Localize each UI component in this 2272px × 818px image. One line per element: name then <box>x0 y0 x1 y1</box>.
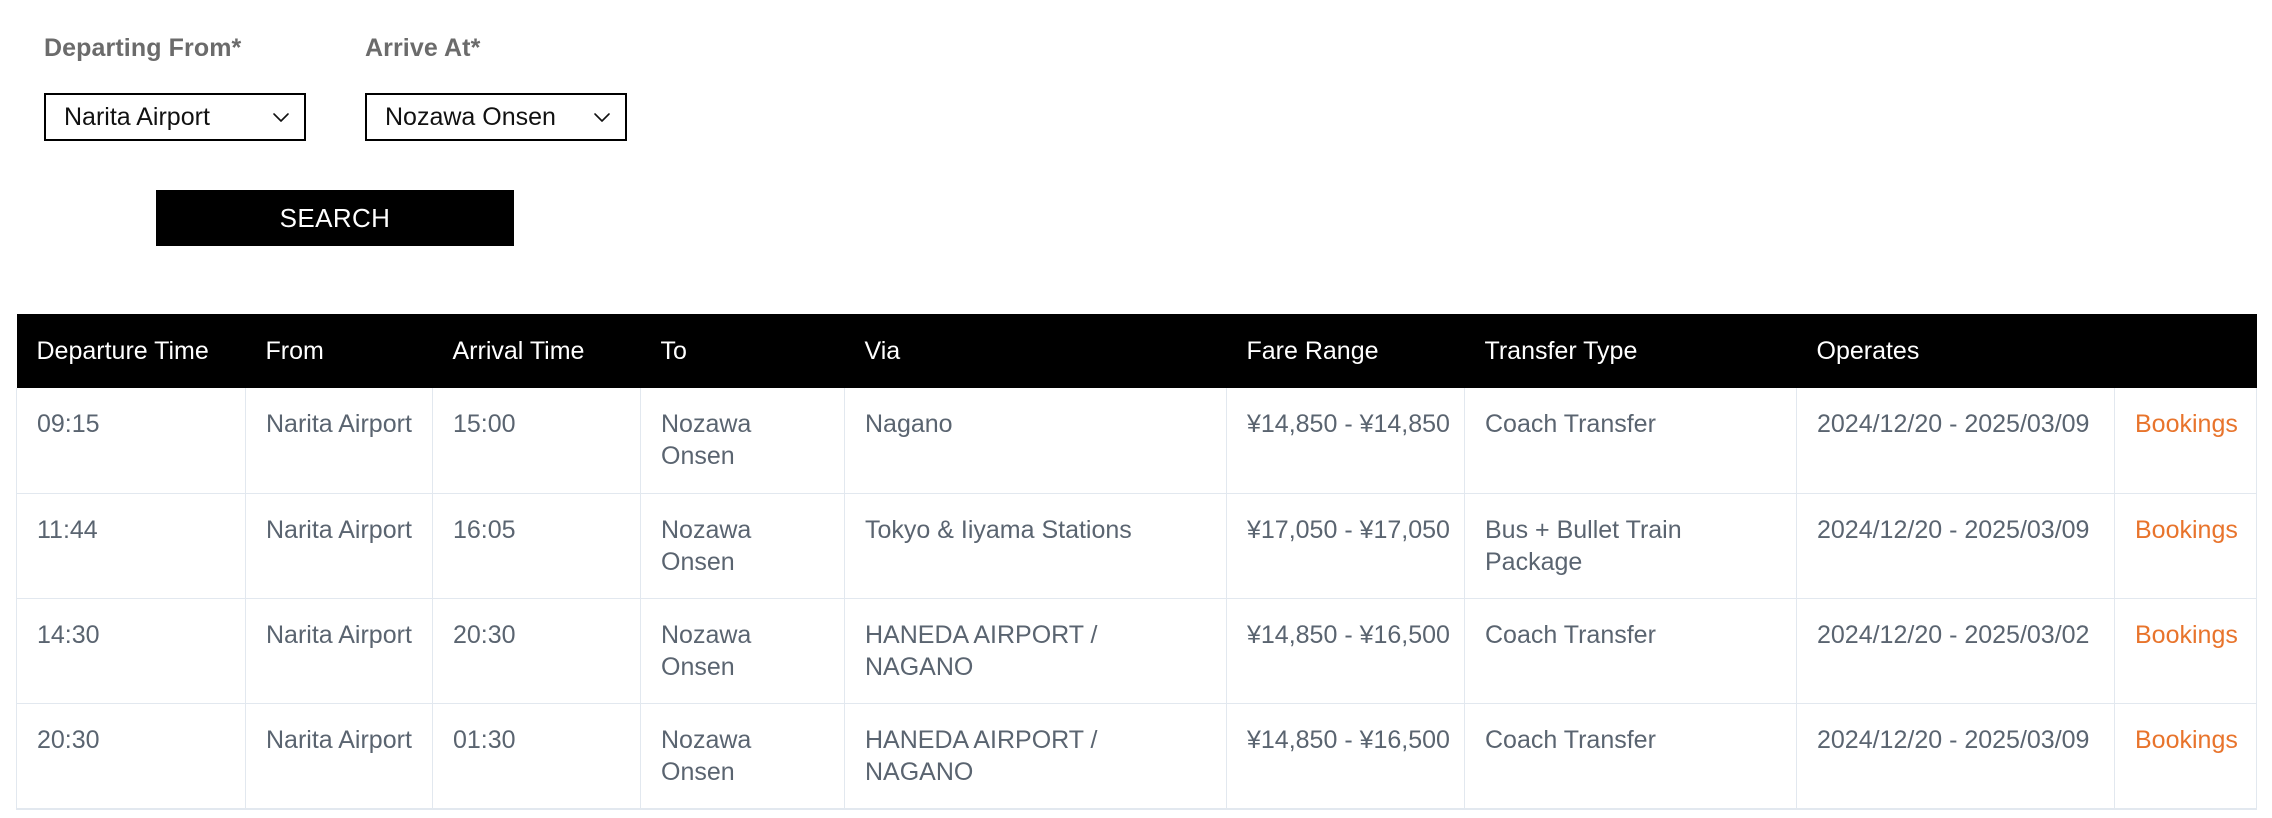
cell-departure-time: 14:30 <box>16 598 246 704</box>
results-table-container: Departure Time From Arrival Time To Via … <box>16 314 2257 810</box>
departing-from-select-value: Narita Airport <box>64 102 210 131</box>
table-row: 20:30 Narita Airport 01:30 Nozawa Onsen … <box>16 703 2257 810</box>
cell-arrival-time: 15:00 <box>432 388 641 494</box>
bookings-link[interactable]: Bookings <box>2135 726 2238 754</box>
transfer-search-page: Departing From* Arrive At* Narita Airpor… <box>0 0 2272 818</box>
col-header-departure-time: Departure Time <box>16 314 246 388</box>
cell-transfer-type: Bus + Bullet Train Package <box>1464 493 1797 599</box>
cell-arrival-time: 01:30 <box>432 703 641 810</box>
cell-fare-range: ¥14,850 - ¥16,500 <box>1226 598 1465 704</box>
chevron-down-icon <box>591 106 613 128</box>
table-row: 09:15 Narita Airport 15:00 Nozawa Onsen … <box>16 388 2257 494</box>
cell-to: Nozawa Onsen <box>640 703 845 810</box>
col-header-bookings <box>2114 314 2257 388</box>
cell-from: Narita Airport <box>245 703 433 810</box>
cell-via: Nagano <box>844 388 1227 494</box>
cell-arrival-time: 16:05 <box>432 493 641 599</box>
cell-via: Tokyo & Iiyama Stations <box>844 493 1227 599</box>
departing-from-select[interactable]: Narita Airport <box>44 93 306 141</box>
cell-to: Nozawa Onsen <box>640 598 845 704</box>
cell-bookings: Bookings <box>2114 388 2257 494</box>
cell-operates: 2024/12/20 - 2025/03/09 <box>1796 703 2115 810</box>
search-button-label: SEARCH <box>279 202 391 233</box>
col-header-from: From <box>245 314 433 388</box>
arrive-at-label: Arrive At* <box>365 34 480 63</box>
cell-via: HANEDA AIRPORT / NAGANO <box>844 598 1227 704</box>
col-header-operates: Operates <box>1796 314 2115 388</box>
cell-transfer-type: Coach Transfer <box>1464 388 1797 494</box>
arrive-at-required-mark: * <box>470 34 481 62</box>
cell-operates: 2024/12/20 - 2025/03/02 <box>1796 598 2115 704</box>
table-row: 11:44 Narita Airport 16:05 Nozawa Onsen … <box>16 493 2257 599</box>
cell-to: Nozawa Onsen <box>640 493 845 599</box>
cell-bookings: Bookings <box>2114 703 2257 810</box>
arrive-at-label-text: Arrive At <box>365 34 471 62</box>
departing-from-required-mark: * <box>231 34 242 62</box>
departing-from-label: Departing From* <box>44 34 241 63</box>
cell-operates: 2024/12/20 - 2025/03/09 <box>1796 388 2115 494</box>
results-table: Departure Time From Arrival Time To Via … <box>16 314 2257 810</box>
cell-from: Narita Airport <box>245 388 433 494</box>
col-header-arrival-time: Arrival Time <box>432 314 641 388</box>
cell-from: Narita Airport <box>245 493 433 599</box>
cell-bookings: Bookings <box>2114 493 2257 599</box>
cell-transfer-type: Coach Transfer <box>1464 703 1797 810</box>
arrive-at-select[interactable]: Nozawa Onsen <box>365 93 627 141</box>
bookings-link[interactable]: Bookings <box>2135 516 2238 544</box>
cell-departure-time: 09:15 <box>16 388 246 494</box>
cell-via: HANEDA AIRPORT / NAGANO <box>844 703 1227 810</box>
col-header-to: To <box>640 314 845 388</box>
cell-fare-range: ¥14,850 - ¥16,500 <box>1226 703 1465 810</box>
cell-bookings: Bookings <box>2114 598 2257 704</box>
departing-from-label-text: Departing From <box>44 34 232 62</box>
cell-operates: 2024/12/20 - 2025/03/09 <box>1796 493 2115 599</box>
cell-to: Nozawa Onsen <box>640 388 845 494</box>
arrive-at-select-value: Nozawa Onsen <box>385 102 556 131</box>
cell-departure-time: 11:44 <box>16 493 246 599</box>
cell-fare-range: ¥17,050 - ¥17,050 <box>1226 493 1465 599</box>
col-header-via: Via <box>844 314 1227 388</box>
results-table-body: 09:15 Narita Airport 15:00 Nozawa Onsen … <box>16 388 2257 810</box>
bookings-link[interactable]: Bookings <box>2135 410 2238 438</box>
col-header-fare-range: Fare Range <box>1226 314 1465 388</box>
table-header-row: Departure Time From Arrival Time To Via … <box>16 314 2257 388</box>
cell-arrival-time: 20:30 <box>432 598 641 704</box>
bookings-link[interactable]: Bookings <box>2135 621 2238 649</box>
cell-departure-time: 20:30 <box>16 703 246 810</box>
search-button[interactable]: SEARCH <box>156 190 514 246</box>
results-table-head: Departure Time From Arrival Time To Via … <box>16 314 2257 388</box>
col-header-transfer-type: Transfer Type <box>1464 314 1797 388</box>
cell-fare-range: ¥14,850 - ¥14,850 <box>1226 388 1465 494</box>
cell-transfer-type: Coach Transfer <box>1464 598 1797 704</box>
chevron-down-icon <box>270 106 292 128</box>
table-row: 14:30 Narita Airport 20:30 Nozawa Onsen … <box>16 598 2257 704</box>
cell-from: Narita Airport <box>245 598 433 704</box>
